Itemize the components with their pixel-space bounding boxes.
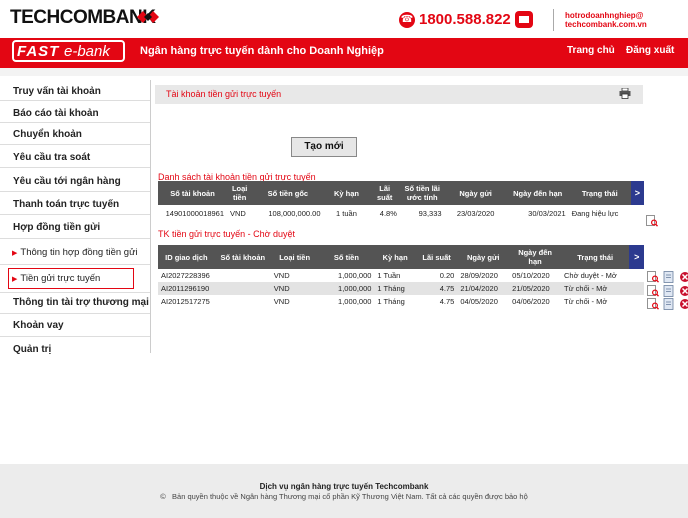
col-header[interactable]: Loại tiền [270,245,319,269]
edit-document-icon[interactable] [663,298,675,310]
footer-service-name: Dịch vụ ngân hàng trực tuyến Techcombank [259,482,429,491]
col-header[interactable]: Số tài khoản [158,181,228,205]
scroll-right-arrow[interactable]: > [630,181,644,205]
nav-logout-link[interactable]: Đăng xuất [626,45,674,56]
support-email-line2[interactable]: techcombank.com.vn [565,20,647,29]
phone-icon: ☎ [399,12,415,28]
table-row[interactable]: AI2011296190 VND 1,000,000 1 Tháng 4.75 … [158,282,644,295]
col-header[interactable]: Số tiền gốc [252,181,324,205]
table-row[interactable]: AI2027228396 VND 1,000,000 1 Tuần 0.20 2… [158,269,644,282]
sidebar-subitem-contract-info[interactable]: ▶ Thông tin hợp đồng tiền gửi [12,247,138,258]
table-row[interactable]: 14901000018961 VND 108,000,000.00 1 tuần… [158,205,644,222]
delete-icon[interactable] [679,298,688,310]
footer [0,464,688,518]
support-email-line1[interactable]: hotrodoanhnghiep@ [565,11,643,20]
col-header[interactable]: Số tiền lãi ước tính [399,181,445,205]
sidebar-item-trade-finance[interactable]: Thông tin tài trợ thương mại [0,297,150,308]
sidebar-subitem-online-deposit[interactable]: ▶ Tiền gửi trực tuyến [12,273,100,284]
col-header[interactable]: Ngày gửi [444,181,507,205]
pending-list-title: TK tiền gửi trực tuyến - Chờ duyệt [158,229,296,239]
edit-document-icon[interactable] [663,271,675,283]
sidebar-divider [0,336,150,337]
sidebar-divider [0,238,150,239]
scroll-right-arrow[interactable]: > [629,245,644,269]
col-header[interactable]: Số tài khoản [214,245,271,269]
pending-table: ID giao dịch Số tài khoản Loại tiền Số t… [158,245,644,308]
accounts-table-header: Số tài khoản Loại tiền Số tiền gốc Kỳ hạ… [158,181,644,205]
sidebar-item-inquiry-request[interactable]: Yêu cầu tra soát [0,152,150,163]
copyright-symbol: © [160,492,166,501]
sidebar-item-deposit-contract[interactable]: Hợp đồng tiền gửi [0,222,150,233]
sidebar-divider [0,122,150,123]
sidebar-item-transfer[interactable]: Chuyển khoản [0,129,150,140]
sidebar-item-bank-request[interactable]: Yêu cầu tới ngân hàng [0,176,150,187]
footer-copyright: © Bản quyền thuộc về Ngân hàng Thương mạ… [0,492,688,501]
accounts-table: Số tài khoản Loại tiền Số tiền gốc Kỳ hạ… [158,181,644,222]
header-divider [553,9,554,31]
table-row[interactable]: AI2012517275 VND 1,000,000 1 Tháng 4.75 … [158,295,644,308]
fast-logo-word: FAST [17,43,60,60]
printer-icon[interactable] [619,88,631,99]
mail-envelope-glyph [519,16,529,23]
col-header[interactable]: ID giao dịch [158,245,215,269]
sidebar-divider [0,264,150,265]
sidebar-divider [0,191,150,192]
techcombank-logo-text[interactable]: TECHCOMBANK [10,7,156,29]
triangle-right-icon: ▶ [12,276,18,283]
view-detail-icon[interactable] [647,285,659,297]
delete-icon[interactable] [679,271,688,283]
delete-icon[interactable] [679,285,688,297]
col-header[interactable]: Kỳ hạn [323,181,370,205]
col-header[interactable]: Loại tiền [227,181,253,205]
col-header[interactable]: Trạng thái [560,245,630,269]
pending-table-header: ID giao dịch Số tài khoản Loại tiền Số t… [158,245,644,269]
view-detail-icon[interactable] [646,215,658,227]
sidebar-item-online-payment[interactable]: Thanh toán trực tuyến [0,199,150,210]
sidebar-item-account-report[interactable]: Báo cáo tài khoản [0,108,150,119]
sidebar-item-account-inquiry[interactable]: Truy vấn tài khoản [0,86,150,97]
sidebar-item-admin[interactable]: Quản trị [0,344,150,355]
sidebar-divider [0,167,150,168]
techcombank-diamond-logo-icon [137,11,159,23]
sidebar-divider [0,214,150,215]
col-header[interactable]: Kỳ hạn [374,245,416,269]
sidebar-item-loan[interactable]: Khoản vay [0,320,150,331]
ebank-logo-word: e-bank [64,43,110,60]
banner-title: Ngân hàng trực tuyến dành cho Doanh Nghi… [140,45,384,57]
nav-home-link[interactable]: Trang chủ [567,45,615,56]
col-header[interactable]: Ngày gửi [457,245,510,269]
triangle-right-icon: ▶ [12,250,18,257]
col-header[interactable]: Lãi suất [415,245,458,269]
view-detail-icon[interactable] [647,298,659,310]
sidebar-divider [0,144,150,145]
sidebar-divider [0,292,150,293]
section-title: Tài khoản tiền gửi trực tuyến [166,89,282,99]
col-header[interactable]: Ngày đến hạn [506,181,569,205]
col-header[interactable]: Ngày đến hạn [509,245,561,269]
create-new-button[interactable]: Tạo mới [291,137,357,157]
banner-shadow [0,68,688,76]
footer-copyright-text: Bản quyền thuộc về Ngân hàng Thương mại … [172,492,528,501]
col-header[interactable]: Số tiền [318,245,375,269]
hotline-number[interactable]: 1800.588.822 [419,11,511,28]
edit-document-icon[interactable] [663,285,675,297]
col-header[interactable]: Trạng thái [568,181,631,205]
sidebar-divider [0,313,150,314]
col-header[interactable]: Lãi suất [369,181,400,205]
view-detail-icon[interactable] [647,271,659,283]
sidebar-divider [0,100,150,101]
